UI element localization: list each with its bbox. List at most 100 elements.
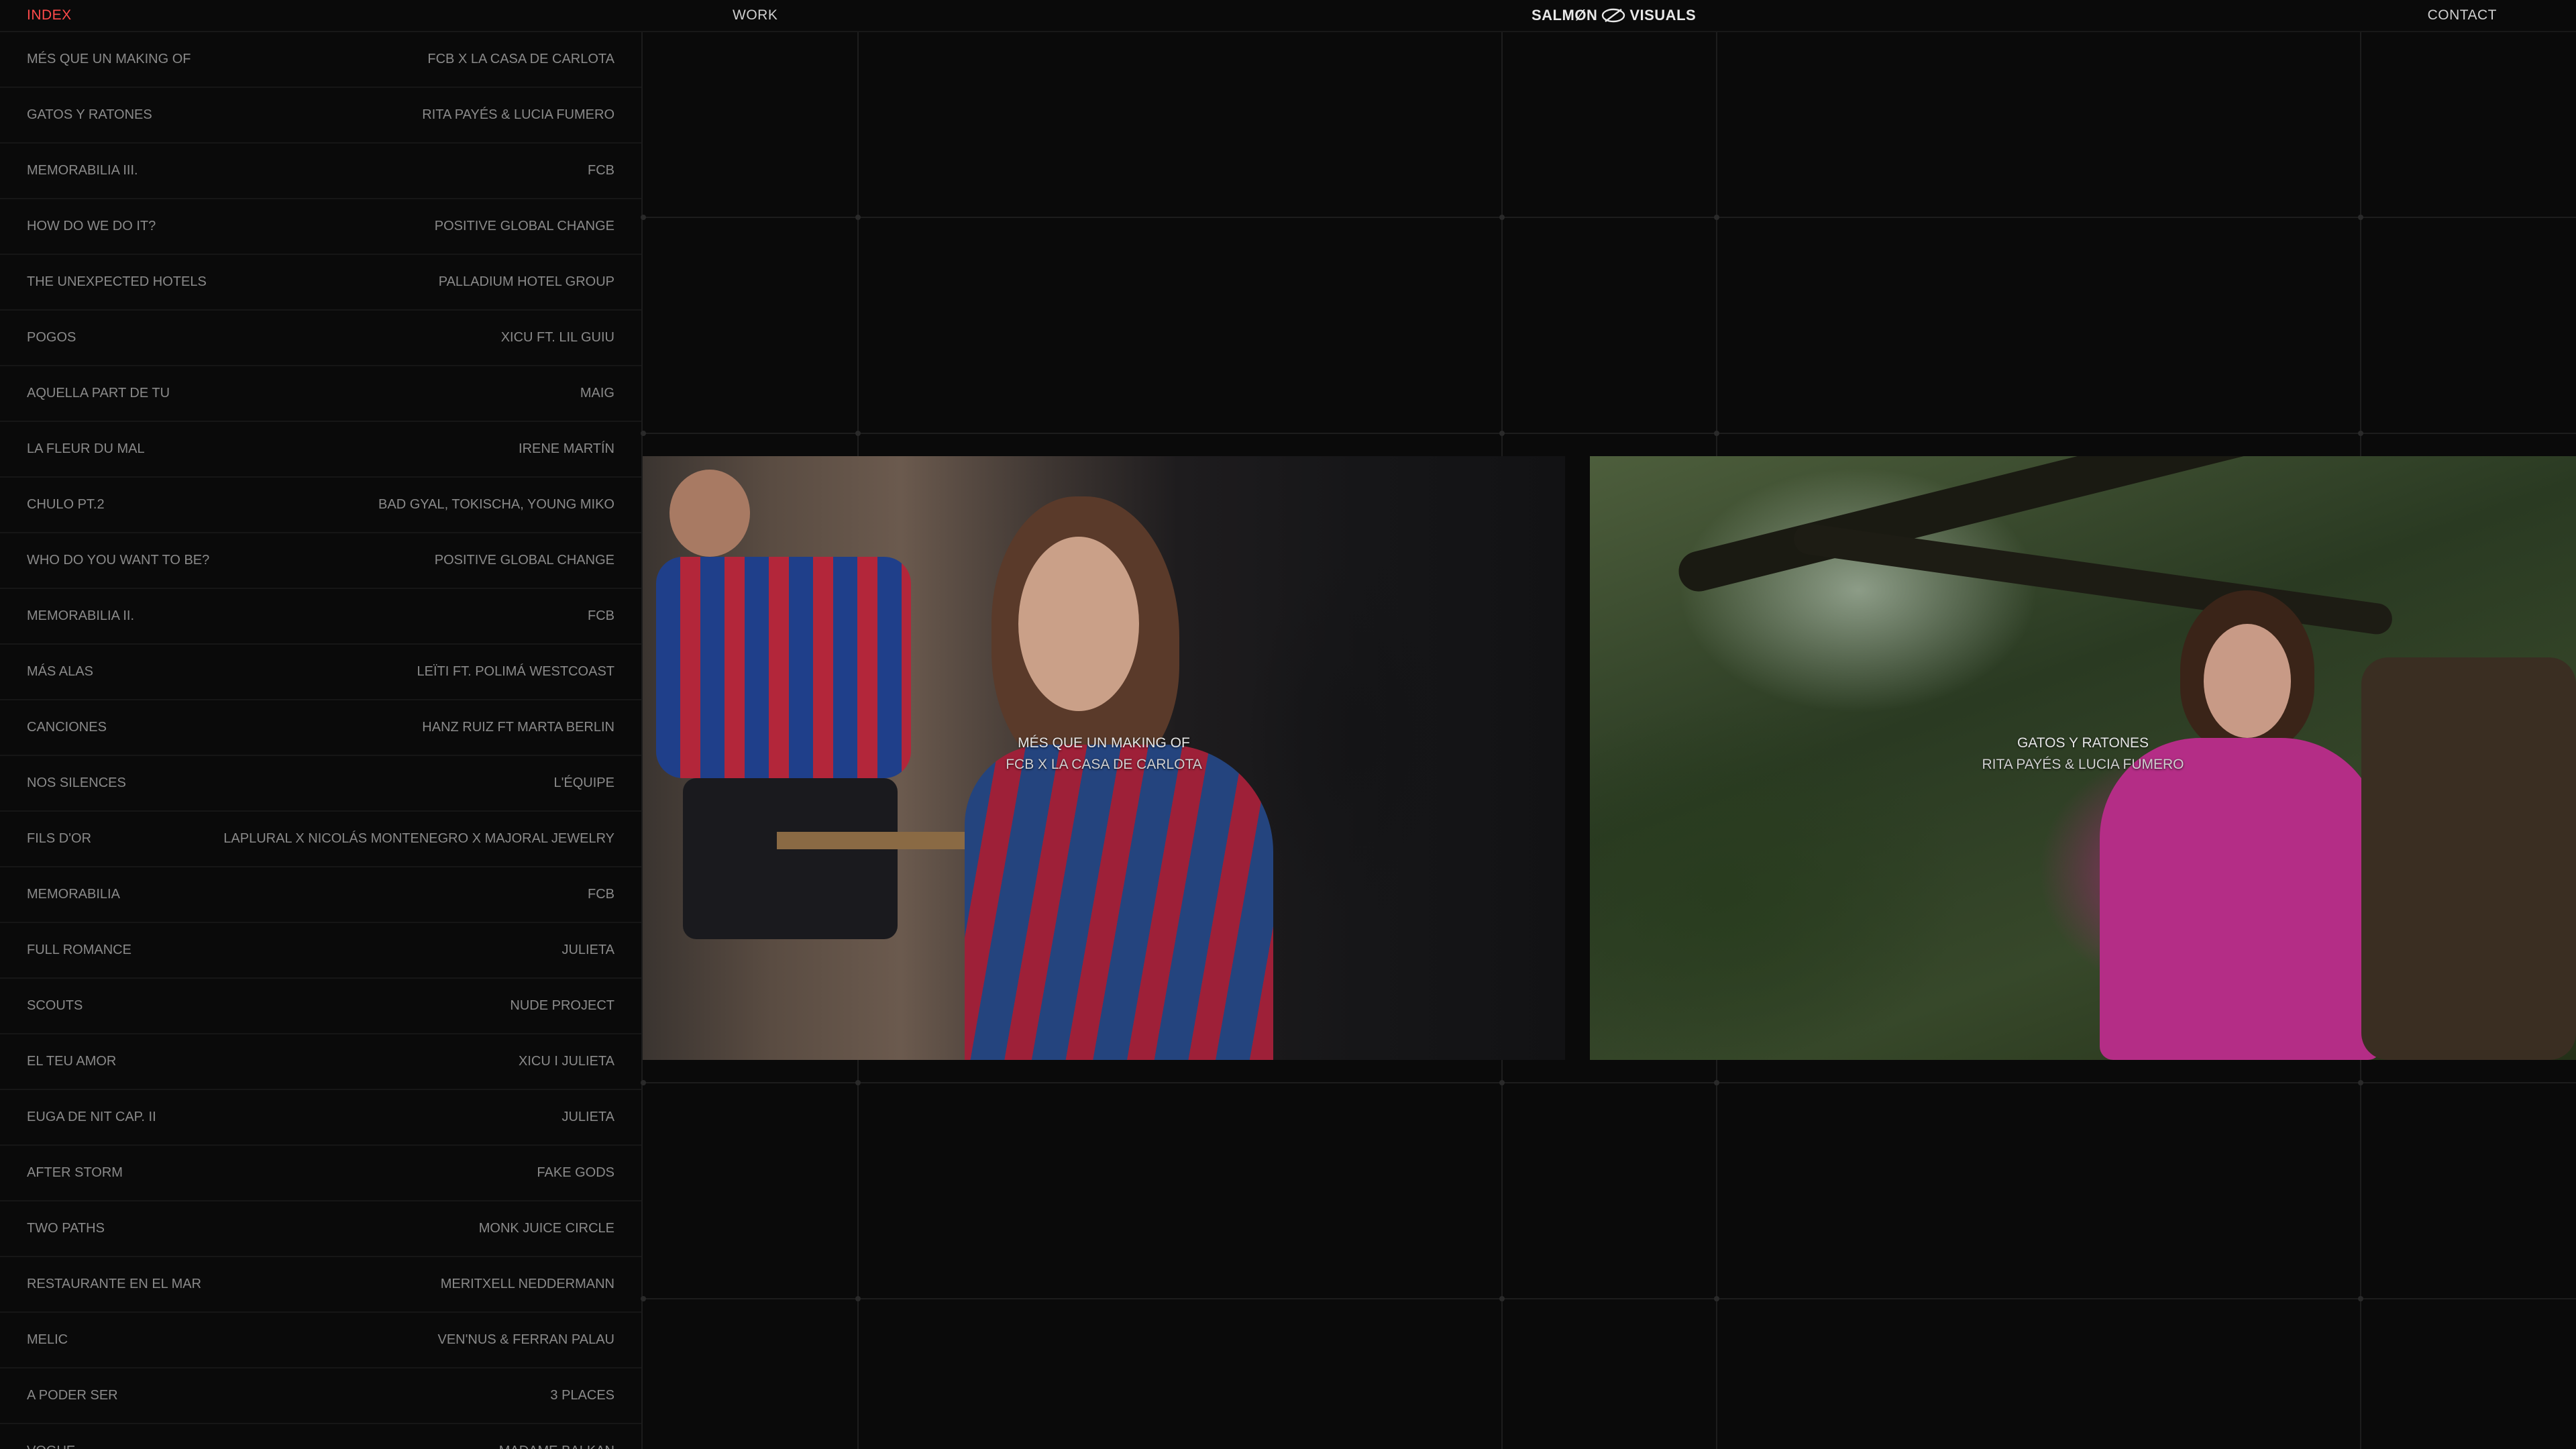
project-list-item[interactable]: LA FLEUR DU MAL IRENE MARTÍN xyxy=(0,422,641,478)
nav-work-link[interactable]: WORK xyxy=(733,7,777,23)
grid-dot xyxy=(1714,1080,1719,1085)
project-index-list: MÉS QUE UN MAKING OF FCB X LA CASA DE CAR… xyxy=(0,32,643,1449)
project-client: FCB xyxy=(588,163,614,178)
card-1-title: MÉS QUE UN MAKING OF xyxy=(1018,735,1190,751)
project-list-item[interactable]: VOGUE MADAME BALKAN xyxy=(0,1424,641,1449)
project-client: JULIETA xyxy=(561,1110,614,1124)
card-2-client: RITA PAYÉS & LUCIA FUMERO xyxy=(1982,757,2184,772)
grid-line xyxy=(643,217,2576,218)
nav-index-link[interactable]: INDEX xyxy=(27,7,72,23)
project-list-item[interactable]: AQUELLA PART DE TU MAIG xyxy=(0,366,641,422)
project-list-item[interactable]: FULL ROMANCE JULIETA xyxy=(0,923,641,979)
project-list-item[interactable]: NOS SILENCES L'ÉQUIPE xyxy=(0,756,641,812)
project-title: RESTAURANTE EN EL MAR xyxy=(27,1277,202,1291)
project-title: MEMORABILIA xyxy=(27,887,120,902)
project-client: IRENE MARTÍN xyxy=(519,441,614,456)
project-title: MEMORABILIA II. xyxy=(27,608,135,623)
project-title: WHO DO YOU WANT TO BE? xyxy=(27,553,210,568)
grid-dot xyxy=(855,215,861,220)
project-list-item[interactable]: EL TEU AMOR XICU I JULIETA xyxy=(0,1034,641,1090)
project-list-item[interactable]: MEMORABILIA FCB xyxy=(0,867,641,923)
project-list-item[interactable]: MELIC VEN'NUS & FERRAN PALAU xyxy=(0,1313,641,1368)
grid-dot xyxy=(855,1080,861,1085)
project-client: RITA PAYÉS & LUCIA FUMERO xyxy=(422,107,614,122)
project-list-item[interactable]: AFTER STORM FAKE GODS xyxy=(0,1146,641,1201)
project-card-mes-que-un-making-of[interactable]: MÉS QUE UN MAKING OF FCB X LA CASA DE CA… xyxy=(643,456,1565,1060)
project-client: MAIG xyxy=(580,386,614,400)
brand-name-right: VISUALS xyxy=(1629,7,1697,23)
grid-dot xyxy=(2358,215,2363,220)
project-client: MONK JUICE CIRCLE xyxy=(478,1221,614,1236)
grid-dot xyxy=(2358,431,2363,436)
project-title: FILS D'OR xyxy=(27,831,92,846)
grid-dot xyxy=(641,1296,646,1301)
project-title: CHULO PT.2 xyxy=(27,497,105,512)
project-client: POSITIVE GLOBAL CHANGE xyxy=(434,219,614,233)
project-client: FCB X LA CASA DE CARLOTA xyxy=(427,52,614,66)
brand-name-left: SALMØN xyxy=(1532,7,1598,23)
project-title: SCOUTS xyxy=(27,998,83,1013)
project-list-item[interactable]: CHULO PT.2 BAD GYAL, TOKISCHA, YOUNG MIKO xyxy=(0,478,641,533)
grid-dot xyxy=(641,1080,646,1085)
project-list-item[interactable]: GATOS Y RATONES RITA PAYÉS & LUCIA FUMERO xyxy=(0,88,641,144)
grid-dot xyxy=(1499,1296,1505,1301)
project-card-gatos-y-ratones[interactable]: GATOS Y RATONES RITA PAYÉS & LUCIA FUMER… xyxy=(1590,456,2576,1060)
project-title: LA FLEUR DU MAL xyxy=(27,441,145,456)
project-client: L'ÉQUIPE xyxy=(553,775,614,790)
project-list-item[interactable]: MEMORABILIA III. FCB xyxy=(0,144,641,199)
project-title: AQUELLA PART DE TU xyxy=(27,386,170,400)
project-client: HANZ RUIZ FT MARTA BERLIN xyxy=(422,720,614,735)
project-list-item[interactable]: FILS D'OR LAPLURAL X NICOLÁS MONTENEGRO X… xyxy=(0,812,641,867)
grid-dot xyxy=(1499,431,1505,436)
project-title: A PODER SER xyxy=(27,1388,118,1403)
project-client: FCB xyxy=(588,608,614,623)
project-title: NOS SILENCES xyxy=(27,775,126,790)
project-title: EL TEU AMOR xyxy=(27,1054,117,1069)
project-client: LAPLURAL X NICOLÁS MONTENEGRO X MAJORAL … xyxy=(223,831,614,846)
nav-contact-link[interactable]: CONTACT xyxy=(2428,7,2497,23)
project-title: VOGUE xyxy=(27,1444,75,1449)
grid-dot xyxy=(1714,431,1719,436)
project-list-item[interactable]: A PODER SER 3 PLACES xyxy=(0,1368,641,1424)
project-client: LEÏTI FT. POLIMÁ WESTCOAST xyxy=(417,664,614,679)
grid-dot xyxy=(855,431,861,436)
brand-mark-icon xyxy=(1602,8,1625,23)
grid-line xyxy=(643,1298,2576,1299)
card-1-caption: MÉS QUE UN MAKING OF FCB X LA CASA DE CA… xyxy=(643,733,1565,775)
project-client: XICU I JULIETA xyxy=(519,1054,614,1069)
project-list-item[interactable]: POGOS XICU FT. LIL GUIU xyxy=(0,311,641,366)
project-title: MÉS QUE UN MAKING OF xyxy=(27,52,191,66)
project-title: EUGA DE NIT CAP. II xyxy=(27,1110,156,1124)
project-list-item[interactable]: EUGA DE NIT CAP. II JULIETA xyxy=(0,1090,641,1146)
grid-dot xyxy=(1499,215,1505,220)
project-title: AFTER STORM xyxy=(27,1165,123,1180)
project-client: FCB xyxy=(588,887,614,902)
project-list-item[interactable]: SCOUTS NUDE PROJECT xyxy=(0,979,641,1034)
project-client: 3 PLACES xyxy=(550,1388,614,1403)
project-list-item[interactable]: MEMORABILIA II. FCB xyxy=(0,589,641,645)
project-list-item[interactable]: MÉS QUE UN MAKING OF FCB X LA CASA DE CAR… xyxy=(0,32,641,88)
project-list-item[interactable]: RESTAURANTE EN EL MAR MERITXELL NEDDERMAN… xyxy=(0,1257,641,1313)
project-client: BAD GYAL, TOKISCHA, YOUNG MIKO xyxy=(378,497,614,512)
grid-dot xyxy=(1714,215,1719,220)
project-title: THE UNEXPECTED HOTELS xyxy=(27,274,207,289)
project-list-item[interactable]: TWO PATHS MONK JUICE CIRCLE xyxy=(0,1201,641,1257)
project-list-item[interactable]: CANCIONES HANZ RUIZ FT MARTA BERLIN xyxy=(0,700,641,756)
project-client: JULIETA xyxy=(561,943,614,957)
project-list-item[interactable]: WHO DO YOU WANT TO BE? POSITIVE GLOBAL CH… xyxy=(0,533,641,589)
grid-dot xyxy=(641,215,646,220)
project-list-item[interactable]: THE UNEXPECTED HOTELS PALLADIUM HOTEL GRO… xyxy=(0,255,641,311)
grid-dot xyxy=(2358,1080,2363,1085)
project-title: GATOS Y RATONES xyxy=(27,107,152,122)
project-client: PALLADIUM HOTEL GROUP xyxy=(438,274,614,289)
card-1-client: FCB X LA CASA DE CARLOTA xyxy=(1006,757,1202,772)
grid-dot xyxy=(855,1296,861,1301)
project-client: XICU FT. LIL GUIU xyxy=(500,330,614,345)
card-2-title: GATOS Y RATONES xyxy=(2017,735,2149,751)
project-list-item[interactable]: HOW DO WE DO IT? POSITIVE GLOBAL CHANGE xyxy=(0,199,641,255)
project-list-item[interactable]: MÁS ALAS LEÏTI FT. POLIMÁ WESTCOAST xyxy=(0,645,641,700)
grid-dot xyxy=(1499,1080,1505,1085)
project-client: FAKE GODS xyxy=(537,1165,614,1180)
project-title: POGOS xyxy=(27,330,76,345)
brand-logo[interactable]: SALMØN VISUALS xyxy=(1532,7,1696,24)
